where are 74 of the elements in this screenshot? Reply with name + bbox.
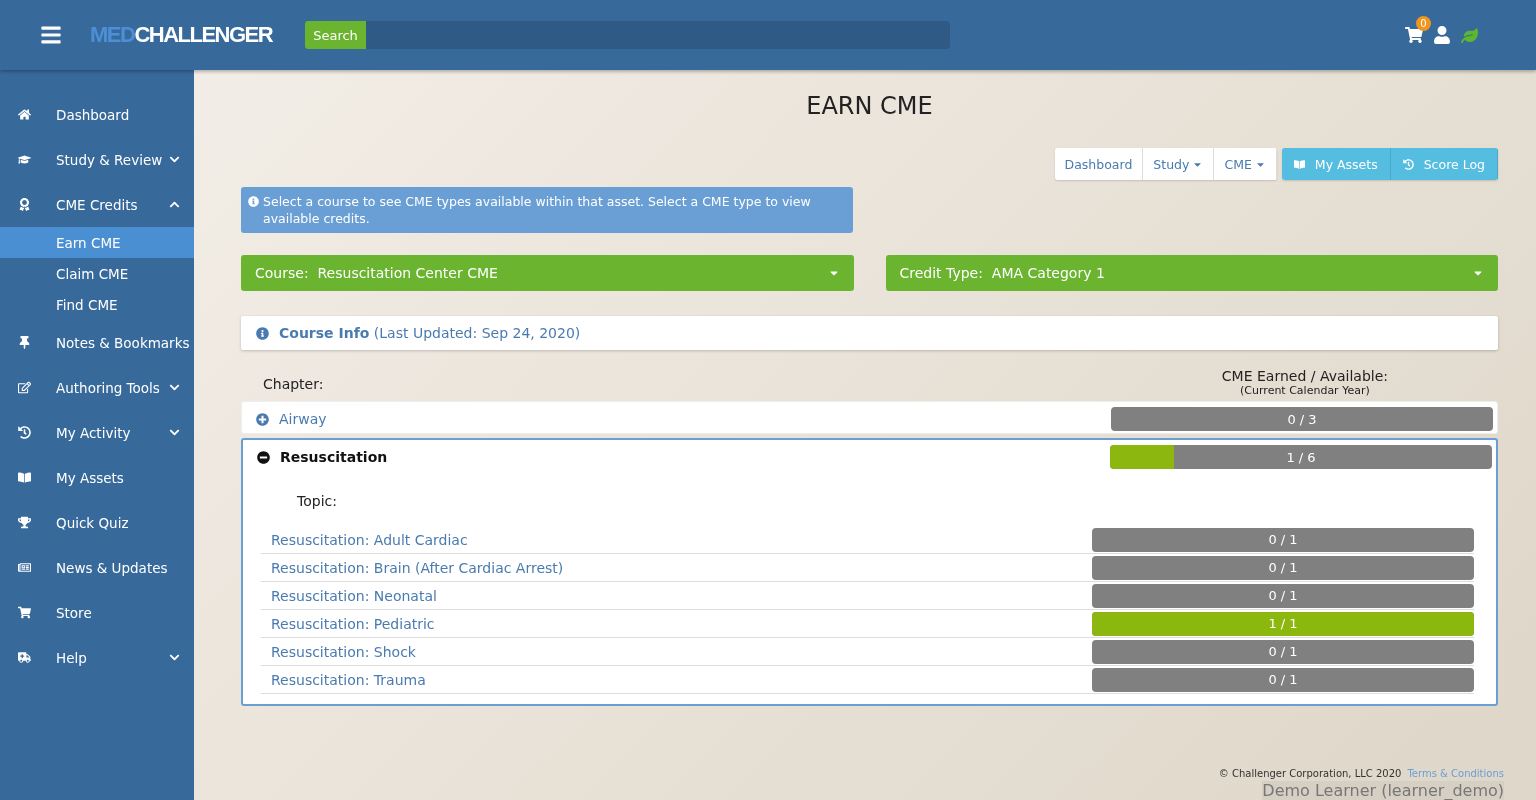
- progress-reading: 1 / 1: [1267, 615, 1299, 633]
- info-icon: [256, 326, 269, 340]
- course-select[interactable]: Course: Resuscitation Center CME: [241, 255, 854, 291]
- notice-text: Select a course to see CME types available within that asset. Select a CME type to view available credits.: [263, 193, 812, 227]
- chevron-down-icon[interactable]: [169, 427, 180, 438]
- sidebar-subitem[interactable]: Claim CME: [0, 258, 194, 289]
- earned-subheading: (Current Calendar Year): [1240, 384, 1370, 397]
- search-button[interactable]: Search: [305, 21, 366, 49]
- history-icon: [1402, 158, 1414, 170]
- topic-heading: Topic:: [297, 493, 337, 509]
- cart-icon[interactable]: [1405, 26, 1423, 44]
- sidebar-item[interactable]: Notes & Bookmarks: [0, 320, 194, 365]
- sidebar-item[interactable]: My Assets: [0, 455, 194, 500]
- chapter-name[interactable]: Airway: [279, 411, 327, 427]
- cart-icon: [18, 606, 31, 619]
- graduation-cap-icon: [18, 153, 31, 166]
- course-info-text: Course Info (Last Updated: Sep 24, 2020): [279, 325, 581, 341]
- sidebar-item[interactable]: Store: [0, 590, 194, 635]
- topic-link[interactable]: Resuscitation: Brain (After Cardiac Arrest): [271, 559, 564, 576]
- logo: MEDCHALLENGER: [90, 21, 273, 49]
- copyright-text: © Challenger Corporation, LLC 2020: [1218, 768, 1402, 779]
- user-icon[interactable]: [1433, 26, 1451, 44]
- sidebar-item[interactable]: Study & Review: [0, 137, 194, 182]
- sidebar-subitem[interactable]: Earn CME: [0, 227, 194, 258]
- award-icon: [18, 198, 31, 211]
- topic-link[interactable]: Resuscitation: Neonatal: [271, 587, 437, 604]
- course-info-bar[interactable]: Course Info (Last Updated: Sep 24, 2020): [241, 316, 1498, 350]
- sidebar-item[interactable]: Help: [0, 635, 194, 680]
- info-icon: [248, 196, 259, 207]
- chevron-down-icon[interactable]: [169, 154, 180, 165]
- chevron-up-icon[interactable]: [169, 199, 180, 210]
- home-icon: [18, 108, 31, 121]
- nav-button[interactable]: Dashboard: [1054, 148, 1144, 180]
- collapse-icon[interactable]: [257, 450, 270, 464]
- sidebar-item[interactable]: News & Updates: [0, 545, 194, 590]
- progress-reading: 0 / 1: [1267, 559, 1299, 577]
- menu-icon[interactable]: [40, 24, 62, 46]
- topic-link[interactable]: Resuscitation: Trauma: [271, 671, 426, 688]
- nav-button[interactable]: CME: [1214, 148, 1277, 180]
- trophy-icon: [18, 516, 31, 529]
- chevron-down-icon[interactable]: [169, 382, 180, 393]
- topic-link[interactable]: Resuscitation: Shock: [271, 643, 416, 660]
- sidebar-item[interactable]: CME Credits: [0, 182, 194, 227]
- history-icon: [18, 426, 31, 439]
- book-icon: [18, 471, 31, 484]
- sidebar-item[interactable]: Dashboard: [0, 92, 194, 137]
- chevron-down-icon[interactable]: [169, 652, 180, 663]
- page-title: EARN CME: [806, 92, 933, 120]
- credit-type-select[interactable]: Credit Type: AMA Category 1: [885, 255, 1498, 291]
- sidebar-item[interactable]: Authoring Tools: [0, 365, 194, 410]
- nav-button[interactable]: Study: [1143, 148, 1215, 180]
- edit-icon: [18, 381, 31, 394]
- sidebar-item[interactable]: My Activity: [0, 410, 194, 455]
- progress-reading: 0 / 3: [1286, 410, 1318, 429]
- progress-reading: 1 / 6: [1285, 448, 1317, 467]
- expand-icon[interactable]: [256, 412, 269, 426]
- topic-link[interactable]: Resuscitation: Adult Cardiac: [271, 531, 468, 548]
- newspaper-icon: [18, 561, 31, 574]
- book-icon: [1293, 158, 1305, 170]
- earned-heading: CME Earned / Available:: [1221, 368, 1388, 384]
- progress-reading: 0 / 1: [1267, 643, 1299, 661]
- sidebar-item[interactable]: Quick Quiz: [0, 500, 194, 545]
- ambulance-icon: [18, 651, 31, 664]
- progress-reading: 0 / 1: [1267, 531, 1299, 549]
- topic-link[interactable]: Resuscitation: Pediatric: [271, 615, 435, 632]
- user-label: Demo Learner (learner_demo): [1262, 781, 1504, 800]
- progress-reading: 0 / 1: [1267, 587, 1299, 605]
- cart-count: 0: [1416, 16, 1431, 31]
- chapter-name[interactable]: Resuscitation: [280, 449, 388, 465]
- pin-icon: [18, 336, 31, 349]
- progress-reading: 0 / 1: [1267, 671, 1299, 689]
- sidebar-subitem[interactable]: Find CME: [0, 289, 194, 320]
- search-field[interactable]: [365, 21, 950, 49]
- chapter-heading: Chapter:: [263, 376, 324, 394]
